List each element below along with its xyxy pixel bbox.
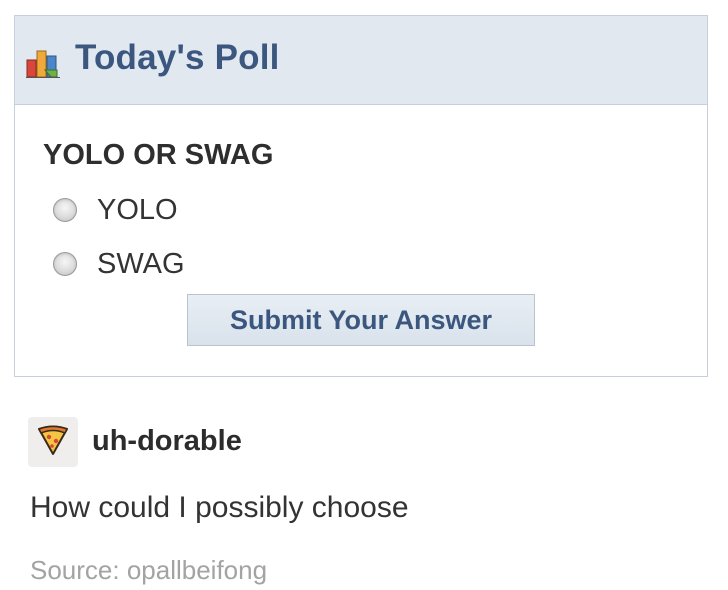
- poll-option-yolo[interactable]: YOLO: [53, 192, 178, 228]
- poll-option-label: SWAG: [97, 248, 185, 280]
- post-username[interactable]: uh-dorable: [92, 424, 242, 458]
- poll-option-label: YOLO: [97, 194, 178, 226]
- radio-button-swag[interactable]: [53, 252, 77, 276]
- poll-header: Today's Poll: [15, 16, 707, 105]
- poll-option-swag[interactable]: SWAG: [53, 246, 185, 282]
- avatar[interactable]: [28, 417, 78, 467]
- poll-question: YOLO OR SWAG: [43, 139, 274, 171]
- source-link[interactable]: opallbeifong: [127, 555, 267, 585]
- post-text: How could I possibly choose: [30, 491, 409, 524]
- poll-title: Today's Poll: [75, 38, 280, 77]
- radio-button-yolo[interactable]: [53, 198, 77, 222]
- pizza-slice-icon: [36, 423, 70, 462]
- post-source: Source: opallbeifong: [30, 554, 267, 586]
- poll-widget: Today's Poll YOLO OR SWAG YOLO SWAG Subm…: [14, 15, 708, 377]
- submit-answer-button[interactable]: Submit Your Answer: [187, 294, 535, 346]
- source-prefix: Source:: [30, 555, 127, 585]
- bar-chart-icon: [25, 44, 61, 80]
